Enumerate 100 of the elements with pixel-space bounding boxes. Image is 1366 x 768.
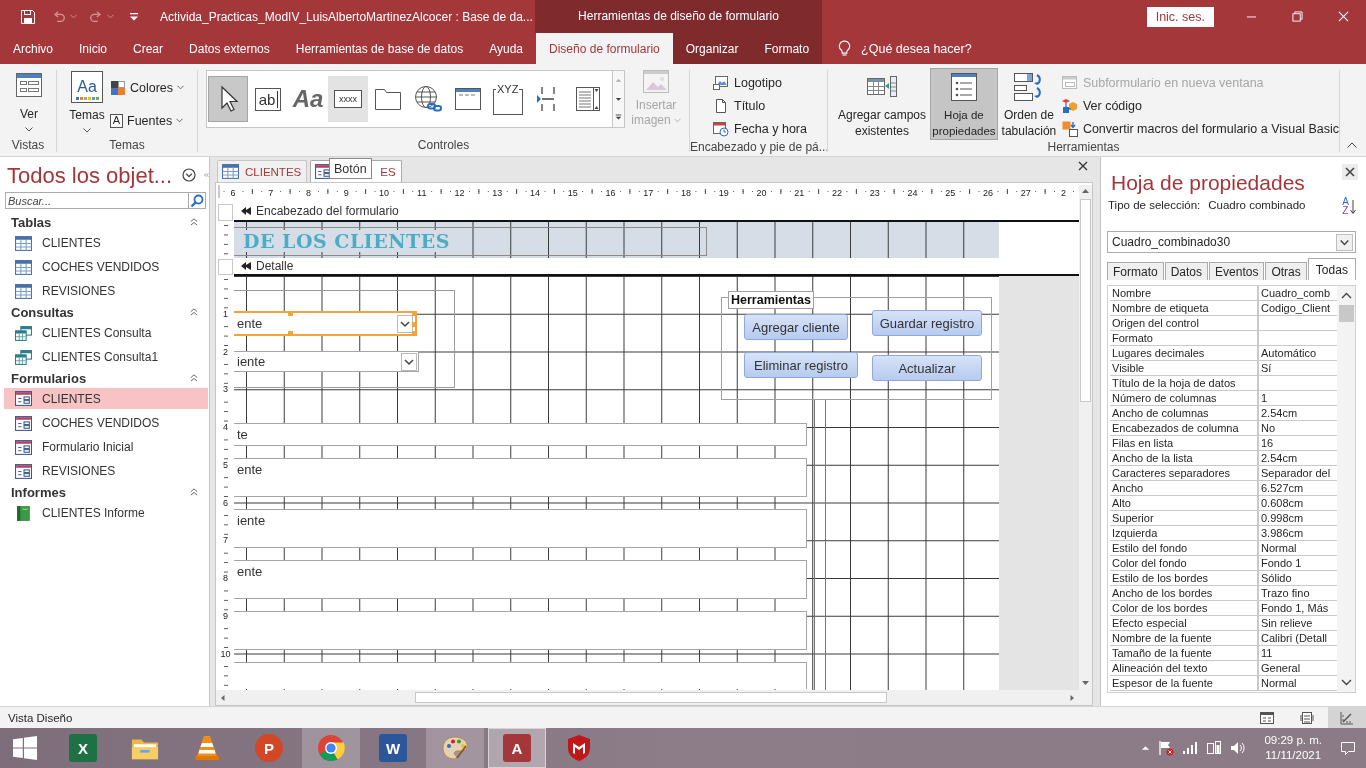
property-value-field[interactable]: Fondo 1 <box>1259 556 1337 570</box>
themes-button[interactable]: Aa Temas <box>65 68 109 134</box>
close-icon[interactable] <box>1342 164 1358 180</box>
group-header[interactable]: Consultas <box>0 303 209 321</box>
property-value-field[interactable]: 3.986cm <box>1259 526 1337 540</box>
tell-me-box[interactable]: ¿Qué desea hacer? <box>838 33 972 64</box>
property-tab[interactable]: Otras <box>1265 262 1307 280</box>
pointer-tool[interactable] <box>208 76 248 122</box>
text-box[interactable]: ente <box>234 458 807 497</box>
fonts-button[interactable]: A Fuentes <box>110 111 184 130</box>
colors-button[interactable]: Colores <box>110 78 185 97</box>
clock-date[interactable]: 11/11/2021 <box>1265 748 1322 763</box>
tab-order-button[interactable]: Orden de tabulación <box>999 68 1058 140</box>
view-button[interactable]: Ver <box>10 68 48 133</box>
nav-item[interactable]: REVISIONES <box>0 279 208 303</box>
scroll-thumb[interactable] <box>415 692 887 703</box>
taskbar-button[interactable]: X <box>54 728 112 768</box>
taskbar-button[interactable]: P <box>240 728 298 768</box>
property-sheet-button[interactable]: Hoja de propiedades <box>929 68 998 140</box>
flag-icon[interactable] <box>1158 740 1175 756</box>
nav-item[interactable]: COCHES VENDIDOS <box>0 411 208 435</box>
property-value-field[interactable]: 0.998cm <box>1259 511 1337 525</box>
group-header[interactable]: Tablas <box>0 213 209 231</box>
property-tab[interactable]: Formato <box>1107 262 1164 280</box>
object-dropdown[interactable]: Cuadro_combinado30 <box>1107 231 1356 253</box>
group-header[interactable]: Formularios <box>0 369 209 387</box>
property-value-field[interactable]: Normal <box>1259 676 1337 690</box>
document-tab[interactable]: CLIENTES <box>217 160 308 182</box>
chevron-up-icon[interactable] <box>1141 745 1151 751</box>
nav-item[interactable]: CLIENTES <box>4 388 208 409</box>
text-box[interactable]: te <box>234 423 807 446</box>
property-value-field[interactable]: Codigo_Client <box>1259 301 1337 315</box>
restore-icon[interactable] <box>1291 11 1303 22</box>
save-icon[interactable] <box>20 8 36 25</box>
nav-item[interactable]: REVISIONES <box>0 459 208 483</box>
dropdown-circle-icon[interactable] <box>182 167 197 182</box>
nav-item[interactable]: CLIENTES Informe <box>0 501 208 525</box>
line-control[interactable] <box>814 400 826 690</box>
property-value-field[interactable]: 2.54cm <box>1259 451 1337 465</box>
property-value-field[interactable]: Calibri (Detall <box>1259 631 1337 645</box>
combo-box[interactable]: iente <box>234 351 419 372</box>
property-value-field[interactable]: 0.608cm <box>1259 496 1337 510</box>
form-button[interactable]: Guardar registro <box>872 310 982 336</box>
notification-icon[interactable] <box>1340 740 1356 756</box>
property-value-field[interactable]: Normal <box>1259 541 1337 555</box>
search-field[interactable]: Buscar... <box>5 192 188 209</box>
property-value-field[interactable]: Sólido <box>1259 571 1337 585</box>
property-value-field[interactable]: 16 <box>1259 436 1337 450</box>
text-box[interactable] <box>234 611 807 650</box>
form-button[interactable]: Actualizar <box>872 355 982 381</box>
sign-in-button[interactable]: Inic. ses. <box>1146 6 1214 27</box>
taskbar-button[interactable] <box>426 728 484 768</box>
logo-button[interactable]: Logotipo <box>713 71 782 94</box>
ribbon-tab[interactable]: Formato <box>751 33 823 64</box>
property-tab[interactable]: Eventos <box>1209 262 1265 280</box>
add-fields-button[interactable]: Agregar campos existentes <box>834 68 930 140</box>
chevron-down-icon[interactable] <box>397 314 413 333</box>
nav-item[interactable]: CLIENTES Consulta1 <box>0 345 208 369</box>
property-value-field[interactable]: Cuadro_comb <box>1259 286 1337 300</box>
property-value-field[interactable]: Sin relieve <box>1259 616 1337 630</box>
scroll-thumb[interactable] <box>1080 199 1091 402</box>
nav-item[interactable]: Formulario Inicial <box>0 435 208 459</box>
chevron-down-icon[interactable] <box>1336 233 1353 251</box>
group-label[interactable]: Herramientas <box>728 291 814 309</box>
property-value-field[interactable]: 6.527cm <box>1259 481 1337 495</box>
section-bar[interactable]: Detalle <box>234 258 1079 276</box>
text-box-tool[interactable]: ab <box>248 76 288 122</box>
property-value-field[interactable]: 2.54cm <box>1259 406 1337 420</box>
form-button[interactable]: Eliminar registro <box>744 352 858 378</box>
clock-time[interactable]: 09:29 p. m. <box>1264 733 1322 748</box>
property-value-field[interactable]: No <box>1259 421 1337 435</box>
nav-item[interactable]: COCHES VENDIDOS <box>0 255 208 279</box>
ribbon-tab[interactable]: Diseño de formulario <box>536 33 673 64</box>
option-group-tool[interactable]: XYZ <box>488 76 528 122</box>
property-value-field[interactable]: 1 <box>1259 391 1337 405</box>
property-tab[interactable]: Datos <box>1164 262 1209 280</box>
search-button[interactable] <box>188 192 206 209</box>
scroll-thumb[interactable] <box>1338 305 1354 322</box>
convert-macros-button[interactable]: Convertir macros del formulario a Visual Basic <box>1061 117 1339 140</box>
view-code-button[interactable]: Ver código <box>1061 94 1142 117</box>
text-box[interactable] <box>234 662 807 689</box>
form-button[interactable]: Agregar cliente <box>744 314 848 340</box>
group-header[interactable]: Informes <box>0 483 209 501</box>
taskbar-button[interactable]: A <box>488 728 546 768</box>
text-box[interactable]: ente <box>234 560 807 599</box>
property-value-field[interactable]: Separador del <box>1259 466 1337 480</box>
close-icon[interactable] <box>1078 161 1088 171</box>
property-value-field[interactable]: Fondo 1, Más <box>1259 601 1337 615</box>
property-value-field[interactable]: 11 <box>1259 646 1337 660</box>
button-tool[interactable]: xxxx <box>328 76 368 122</box>
title-button[interactable]: Título <box>713 94 766 117</box>
property-tab[interactable]: Todas <box>1307 258 1356 280</box>
speaker-icon[interactable] <box>1230 740 1247 756</box>
text-box[interactable]: iente <box>234 509 807 548</box>
property-value-field[interactable]: Trazo fino <box>1259 586 1337 600</box>
chevron-up-icon[interactable] <box>1347 142 1357 148</box>
taskbar-button[interactable]: W <box>364 728 422 768</box>
property-value-field[interactable]: General <box>1259 661 1337 675</box>
signal-bars-icon[interactable] <box>1182 740 1199 756</box>
chevron-down-icon[interactable] <box>401 352 417 371</box>
